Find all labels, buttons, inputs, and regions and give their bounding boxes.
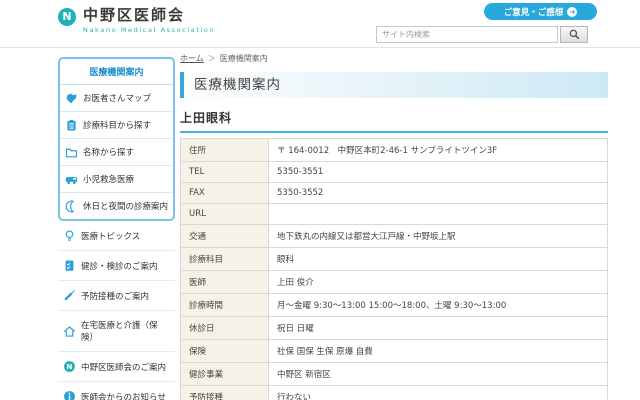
sidebar-menu: 医療トピックス 健診・検診のご案内 予防接種のご案内 bbox=[58, 221, 175, 400]
row-value: 社保 国保 生保 原爆 自費 bbox=[269, 340, 608, 363]
svg-text:N: N bbox=[67, 362, 73, 371]
sidebar-item-label: 予防接種のご案内 bbox=[81, 290, 149, 302]
sidebar-item-label: 健診・検診のご案内 bbox=[81, 260, 158, 272]
site-logo[interactable]: N 中野区医師会 Nakano Medical Association bbox=[58, 6, 215, 34]
search-icon bbox=[569, 29, 580, 40]
row-label: FAX bbox=[181, 183, 269, 204]
row-value: 月～金曜 9:30～13:00 15:00～18:00、土曜 9:30～13:0… bbox=[269, 294, 608, 317]
site-subtitle: Nakano Medical Association bbox=[83, 26, 215, 34]
row-label: 住所 bbox=[181, 139, 269, 162]
site-header: N 中野区医師会 Nakano Medical Association ご意見・… bbox=[0, 0, 640, 48]
sidebar: 医療機関案内 お医者さんマップ 診療科目から探す bbox=[58, 57, 175, 400]
row-label: 休診日 bbox=[181, 317, 269, 340]
breadcrumb-current: 医療機関案内 bbox=[220, 54, 268, 63]
sidebar-item-holiday-night-care[interactable]: 休日と夜間の診療案内 bbox=[60, 192, 173, 219]
sidebar-item-health-checkup[interactable]: 健診・検診のご案内 bbox=[58, 251, 175, 281]
sidebar-item-label: 医師会からのお知らせ bbox=[81, 391, 166, 400]
breadcrumb-home-link[interactable]: ホーム bbox=[180, 54, 204, 63]
table-row-closed-days: 休診日 祝日 日曜 bbox=[181, 317, 608, 340]
row-value: 5350-3551 bbox=[269, 162, 608, 183]
row-label: URL bbox=[181, 204, 269, 225]
clinic-name-heading: 上田眼科 bbox=[180, 109, 608, 133]
row-value: 〒 164-0012 中野区本町2-46-1 サンブライトツイン3F bbox=[269, 139, 608, 162]
row-label: 予防接種 bbox=[181, 386, 269, 400]
sidebar-section-box: 医療機関案内 お医者さんマップ 診療科目から探す bbox=[58, 57, 175, 221]
arrow-right-icon: ➜ bbox=[567, 7, 577, 17]
search-input[interactable] bbox=[376, 26, 558, 43]
ambulance-icon bbox=[65, 173, 78, 186]
logo-n-icon: N bbox=[58, 8, 76, 26]
sidebar-item-doctor-map[interactable]: お医者さんマップ bbox=[60, 85, 173, 111]
breadcrumb: ホーム ＞ 医療機関案内 bbox=[180, 53, 608, 64]
clinic-info-table: 住所 〒 164-0012 中野区本町2-46-1 サンブライトツイン3F TE… bbox=[180, 138, 608, 400]
map-icon bbox=[65, 92, 78, 105]
sidebar-section-title: 医療機関案内 bbox=[60, 59, 173, 85]
row-label: 交通 bbox=[181, 225, 269, 248]
lightbulb-icon bbox=[63, 229, 76, 242]
feedback-button-label: ご意見・ご感想 bbox=[504, 6, 564, 18]
sidebar-item-association-guide[interactable]: N 中野区医師会のご案内 bbox=[58, 352, 175, 382]
page-title: 医療機関案内 bbox=[180, 72, 608, 98]
moon-icon bbox=[65, 200, 78, 213]
table-row-fax: FAX 5350-3552 bbox=[181, 183, 608, 204]
row-value: 中野区 新宿区 bbox=[269, 363, 608, 386]
table-row-department: 診療科目 眼科 bbox=[181, 248, 608, 271]
clipboard-icon bbox=[65, 119, 78, 132]
sidebar-item-label: 名称から探す bbox=[83, 146, 134, 158]
table-row-insurance: 保険 社保 国保 生保 原爆 自費 bbox=[181, 340, 608, 363]
feedback-button[interactable]: ご意見・ご感想 ➜ bbox=[484, 3, 597, 20]
sidebar-item-search-by-name[interactable]: 名称から探す bbox=[60, 138, 173, 165]
sidebar-item-search-by-department[interactable]: 診療科目から探す bbox=[60, 111, 173, 138]
row-value: 5350-3552 bbox=[269, 183, 608, 204]
sidebar-item-label: 休日と夜間の診療案内 bbox=[83, 200, 168, 212]
search-button[interactable] bbox=[560, 26, 588, 43]
table-row-address: 住所 〒 164-0012 中野区本町2-46-1 サンブライトツイン3F bbox=[181, 139, 608, 162]
main-content: ホーム ＞ 医療機関案内 医療機関案内 上田眼科 住所 〒 164-0012 中野区… bbox=[180, 53, 608, 400]
syringe-icon bbox=[63, 289, 76, 302]
row-label: 医師 bbox=[181, 271, 269, 294]
row-value: 祝日 日曜 bbox=[269, 317, 608, 340]
row-value: 上田 俊介 bbox=[269, 271, 608, 294]
row-value: 地下鉄丸の内線又は都営大江戸線・中野坂上駅 bbox=[269, 225, 608, 248]
sidebar-item-label: 在宅医療と介護（保険） bbox=[81, 319, 170, 343]
site-title: 中野区医師会 bbox=[83, 6, 215, 24]
row-label: 保険 bbox=[181, 340, 269, 363]
sidebar-item-association-news[interactable]: 医師会からのお知らせ bbox=[58, 382, 175, 400]
site-search bbox=[376, 26, 588, 43]
sidebar-item-label: 診療科目から探す bbox=[83, 119, 151, 131]
table-row-tel: TEL 5350-3551 bbox=[181, 162, 608, 183]
info-icon bbox=[63, 390, 76, 400]
row-label: 健診事業 bbox=[181, 363, 269, 386]
row-value: 眼科 bbox=[269, 248, 608, 271]
breadcrumb-separator: ＞ bbox=[208, 54, 216, 63]
checkup-clipboard-icon bbox=[63, 259, 76, 272]
table-row-vaccination: 予防接種 行わない bbox=[181, 386, 608, 400]
table-row-url: URL bbox=[181, 204, 608, 225]
sidebar-item-label: 医療トピックス bbox=[81, 230, 140, 242]
row-label: 診療科目 bbox=[181, 248, 269, 271]
table-row-doctor: 医師 上田 俊介 bbox=[181, 271, 608, 294]
house-icon bbox=[63, 325, 76, 338]
sidebar-item-pediatric-emergency[interactable]: 小児救急医療 bbox=[60, 165, 173, 192]
association-logo-icon: N bbox=[63, 360, 76, 373]
page: N 中野区医師会 Nakano Medical Association ご意見・… bbox=[0, 0, 640, 400]
table-row-access: 交通 地下鉄丸の内線又は都営大江戸線・中野坂上駅 bbox=[181, 225, 608, 248]
sidebar-item-label: 小児救急医療 bbox=[83, 173, 134, 185]
folder-icon bbox=[65, 146, 78, 159]
row-value: 行わない bbox=[269, 386, 608, 400]
sidebar-item-medical-topics[interactable]: 医療トピックス bbox=[58, 221, 175, 251]
sidebar-item-home-medical-care[interactable]: 在宅医療と介護（保険） bbox=[58, 311, 175, 352]
row-label: TEL bbox=[181, 162, 269, 183]
table-row-hours: 診療時間 月～金曜 9:30～13:00 15:00～18:00、土曜 9:30… bbox=[181, 294, 608, 317]
sidebar-item-label: 中野区医師会のご案内 bbox=[81, 361, 166, 373]
sidebar-item-vaccination[interactable]: 予防接種のご案内 bbox=[58, 281, 175, 311]
sidebar-item-label: お医者さんマップ bbox=[83, 92, 151, 104]
table-row-checkup-program: 健診事業 中野区 新宿区 bbox=[181, 363, 608, 386]
row-label: 診療時間 bbox=[181, 294, 269, 317]
row-value bbox=[269, 204, 608, 225]
